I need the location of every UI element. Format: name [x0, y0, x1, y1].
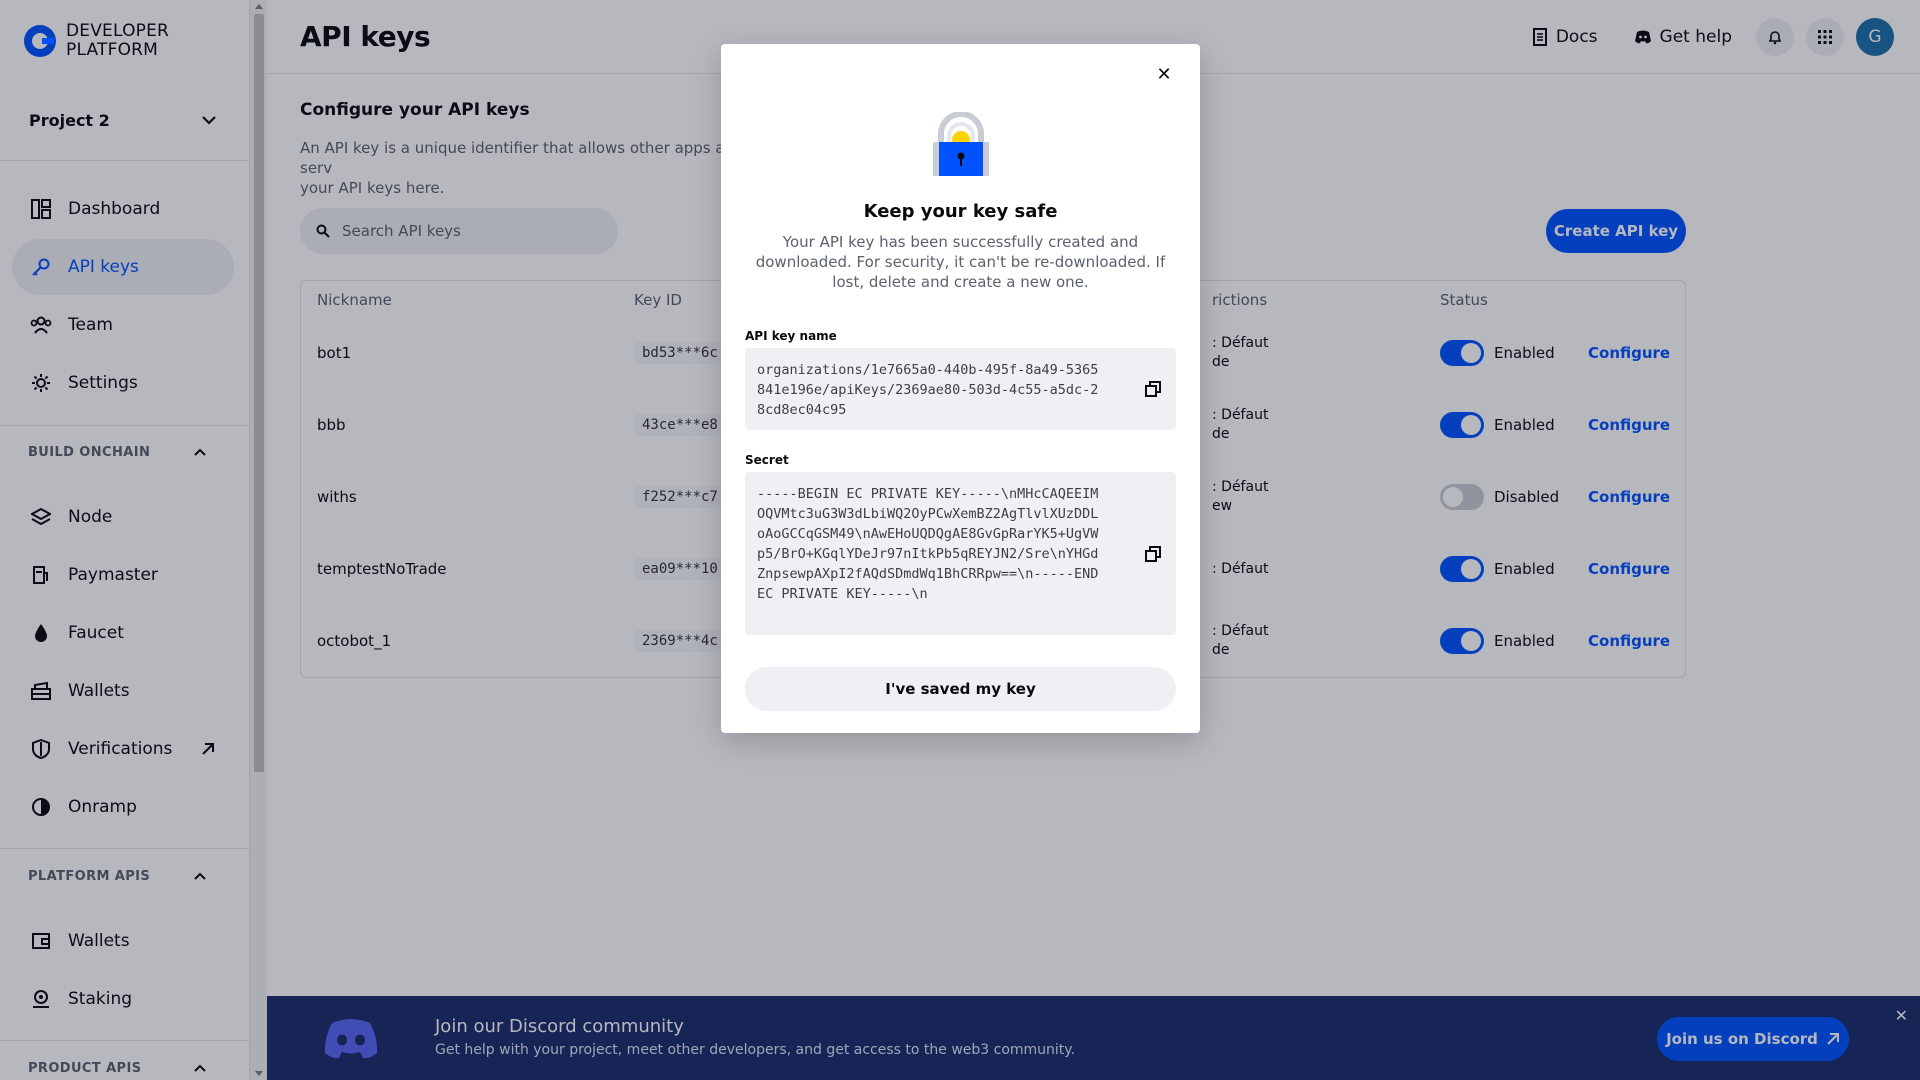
api-key-name-value: organizations/1e7665a0-440b-495f-8a49-53…	[757, 362, 1099, 418]
secret-label: Secret	[745, 453, 789, 467]
dialog-title: Keep your key safe	[863, 201, 1058, 222]
api-key-name-field[interactable]: organizations/1e7665a0-440b-495f-8a49-53…	[745, 348, 1176, 430]
copy-icon[interactable]	[1144, 380, 1162, 398]
saved-key-button[interactable]: I've saved my key	[745, 667, 1176, 711]
close-icon[interactable]: ✕	[1154, 64, 1174, 85]
api-key-created-dialog: ✕ Keep your key safe Your API key has be…	[721, 44, 1200, 733]
secret-value: -----BEGIN EC PRIVATE KEY-----\nMHcCAQEE…	[757, 486, 1099, 602]
secret-field[interactable]: -----BEGIN EC PRIVATE KEY-----\nMHcCAQEE…	[745, 472, 1176, 635]
dialog-description: Your API key has been successfully creat…	[755, 233, 1166, 291]
api-key-name-label: API key name	[745, 329, 837, 343]
copy-icon[interactable]	[1144, 545, 1162, 563]
lock-illustration-icon	[933, 112, 989, 176]
